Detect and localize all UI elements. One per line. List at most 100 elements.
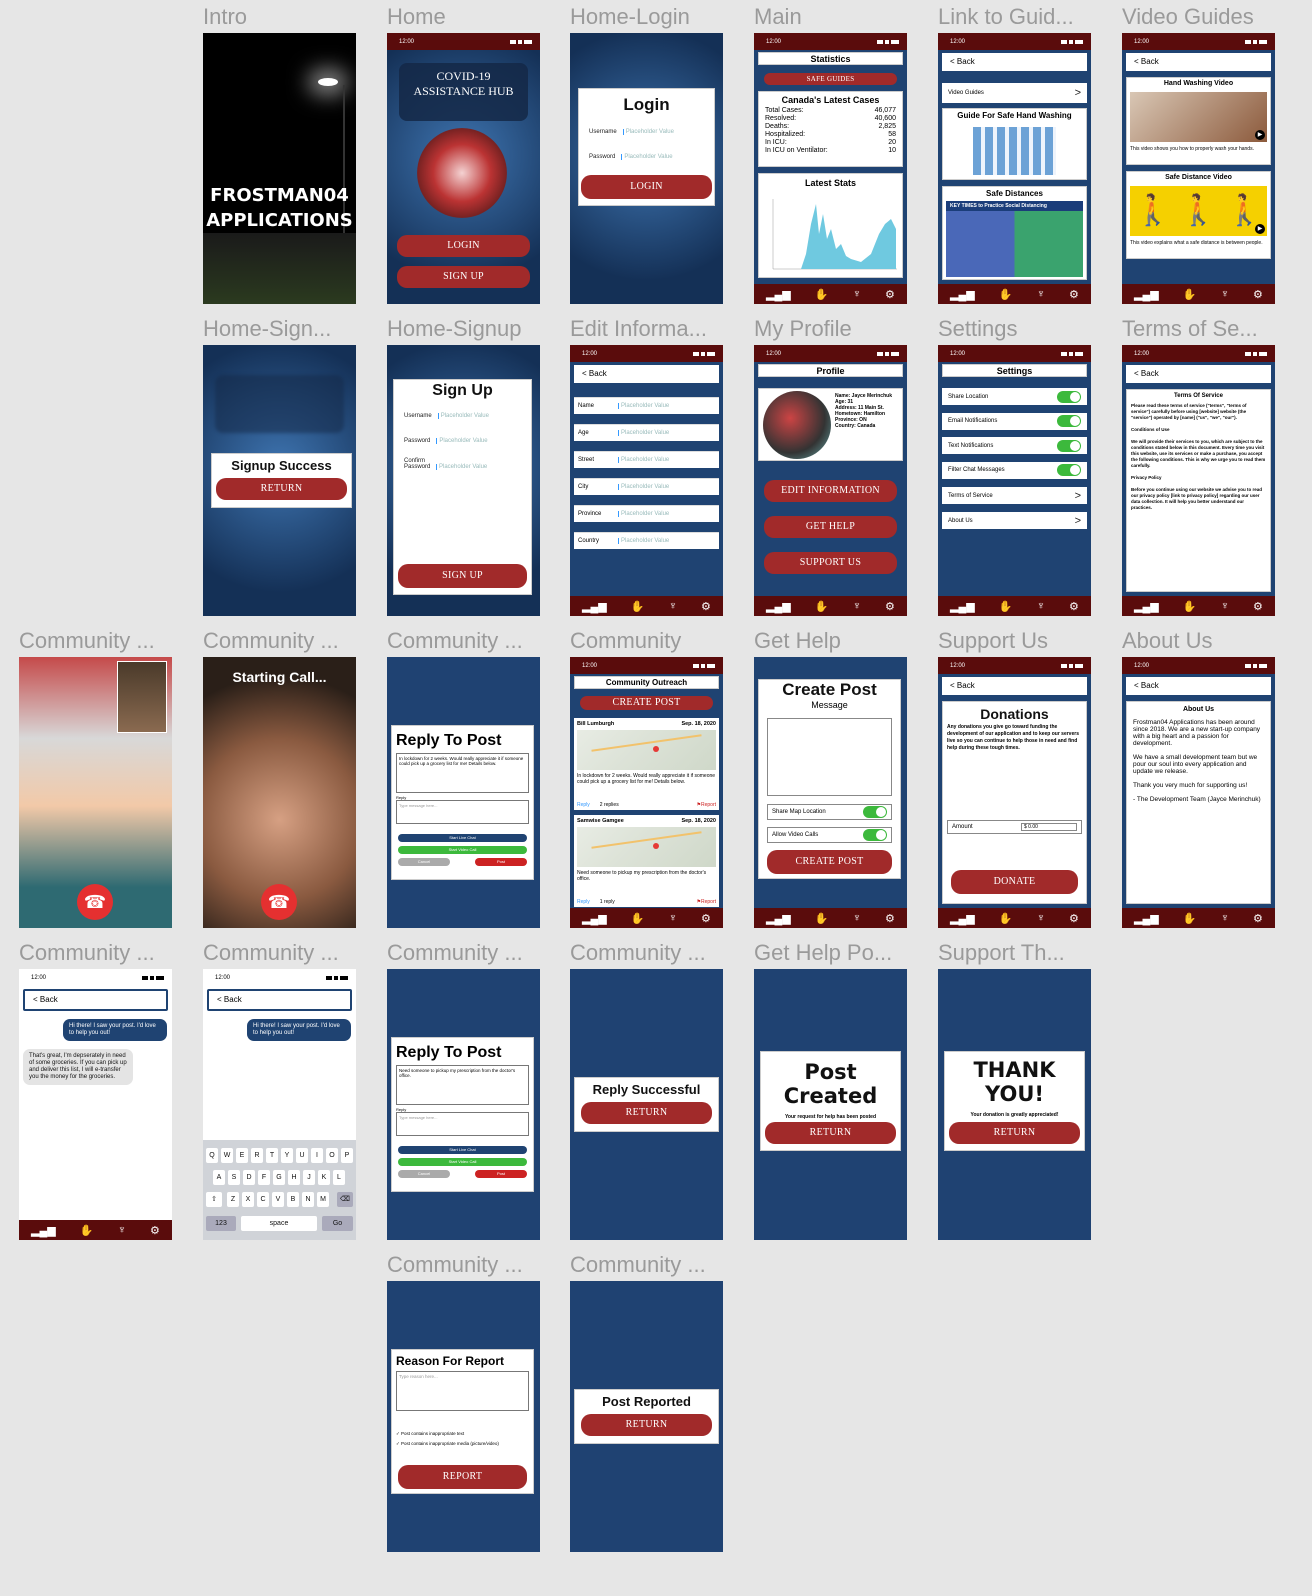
handshake-icon[interactable]: ✋ <box>631 600 645 613</box>
handshake-icon[interactable]: ✋ <box>80 1224 94 1237</box>
video-guides-link[interactable]: Video Guides > <box>942 83 1087 103</box>
create-post-button[interactable]: CREATE POST <box>580 696 713 710</box>
handshake-icon[interactable]: ✋ <box>999 288 1013 301</box>
keyboard-key[interactable]: R <box>251 1148 263 1163</box>
login-button[interactable]: LOGIN <box>397 235 530 257</box>
reply-input[interactable]: Type message here... <box>396 1112 529 1136</box>
safe-guides-button[interactable]: SAFE GUIDES <box>764 73 897 85</box>
settings-toggle-row[interactable]: Share Location <box>942 388 1087 405</box>
distance-video-card[interactable]: Safe Distance Video 🚶 🚶 🚶 ▶ This video ex… <box>1126 171 1271 259</box>
back-button[interactable]: < Back <box>942 677 1087 695</box>
back-button[interactable]: < Back <box>574 365 719 383</box>
create-post-submit-button[interactable]: CREATE POST <box>767 850 892 874</box>
username-field[interactable]: Username Placeholder Value <box>589 129 674 135</box>
gear-icon[interactable]: ⚙ <box>1069 600 1079 613</box>
keyboard-key[interactable]: X <box>242 1192 254 1207</box>
support-us-button[interactable]: SUPPORT US <box>764 552 897 574</box>
backspace-key-icon[interactable]: ⌫ <box>337 1192 353 1207</box>
stats-icon[interactable]: ▂▄▆ <box>1134 912 1159 925</box>
cancel-button[interactable]: Cancel <box>398 858 450 866</box>
gear-icon[interactable]: ⚙ <box>885 600 895 613</box>
end-call-icon[interactable]: ☎ <box>261 884 297 920</box>
post-button[interactable]: Post <box>475 1170 527 1178</box>
edit-information-button[interactable]: EDIT INFORMATION <box>764 480 897 502</box>
gear-icon[interactable]: ⚙ <box>1069 288 1079 301</box>
return-button[interactable]: RETURN <box>765 1122 896 1144</box>
settings-toggle-row[interactable]: Email Notifications <box>942 412 1087 430</box>
person-icon[interactable]: ♆ <box>1221 600 1229 612</box>
handshake-icon[interactable]: ✋ <box>815 912 829 925</box>
cancel-button[interactable]: Cancel <box>398 1170 450 1178</box>
go-key[interactable]: Go <box>322 1216 353 1231</box>
post-button[interactable]: Post <box>475 858 527 866</box>
report-link[interactable]: ⚑Report <box>697 802 717 808</box>
share-map-row[interactable]: Share Map Location <box>767 804 892 820</box>
signup-password-field[interactable]: Password Placeholder Value <box>404 438 488 444</box>
donate-button[interactable]: DONATE <box>951 870 1078 894</box>
keyboard-key[interactable]: L <box>333 1170 345 1185</box>
keyboard-key[interactable]: U <box>296 1148 308 1163</box>
password-field[interactable]: Password Placeholder Value <box>589 154 673 160</box>
shift-key-icon[interactable]: ⇧ <box>206 1192 222 1207</box>
allow-video-row[interactable]: Allow Video Calls <box>767 827 892 843</box>
keyboard-key[interactable]: P <box>341 1148 353 1163</box>
edit-field-row[interactable]: Country Placeholder Value <box>574 532 719 549</box>
start-live-chat-button[interactable]: Start Live Chat <box>398 1146 527 1154</box>
message-input[interactable] <box>767 718 892 796</box>
keyboard-key[interactable]: T <box>266 1148 278 1163</box>
gear-icon[interactable]: ⚙ <box>1253 912 1263 925</box>
edit-field-row[interactable]: Age Placeholder Value <box>574 424 719 441</box>
community-post-card[interactable]: Bill Lumburgh Sep. 18, 2020 In lockdown fo… <box>574 718 719 810</box>
person-icon[interactable]: ♆ <box>1037 288 1045 300</box>
gear-icon[interactable]: ⚙ <box>885 912 895 925</box>
back-button[interactable]: < Back <box>1126 677 1271 695</box>
report-button[interactable]: REPORT <box>398 1465 527 1489</box>
gear-icon[interactable]: ⚙ <box>1253 600 1263 613</box>
edit-field-row[interactable]: Name Placeholder Value <box>574 397 719 414</box>
handshake-icon[interactable]: ✋ <box>1183 912 1197 925</box>
handshake-icon[interactable]: ✋ <box>1183 600 1197 613</box>
stats-icon[interactable]: ▂▄▆ <box>31 1224 56 1237</box>
keyboard-key[interactable]: O <box>326 1148 338 1163</box>
settings-link-row[interactable]: About Us > <box>942 512 1087 529</box>
back-button[interactable]: < Back <box>1126 53 1271 71</box>
numbers-key[interactable]: 123 <box>206 1216 236 1231</box>
gear-icon[interactable]: ⚙ <box>1253 288 1263 301</box>
play-icon[interactable]: ▶ <box>1255 224 1265 234</box>
signup-button[interactable]: SIGN UP <box>397 266 530 288</box>
stats-icon[interactable]: ▂▄▆ <box>950 912 975 925</box>
start-video-call-button[interactable]: Start Video Call <box>398 846 527 854</box>
toggle-switch[interactable] <box>1057 439 1081 452</box>
gear-icon[interactable]: ⚙ <box>150 1224 160 1237</box>
keyboard-key[interactable]: K <box>318 1170 330 1185</box>
back-button[interactable]: < Back <box>23 989 168 1011</box>
hand-video-card[interactable]: Hand Washing Video ▶ This video shows yo… <box>1126 77 1271 165</box>
end-call-icon[interactable]: ☎ <box>77 884 113 920</box>
gear-icon[interactable]: ⚙ <box>885 288 895 301</box>
gear-icon[interactable]: ⚙ <box>701 600 711 613</box>
space-key[interactable]: space <box>241 1216 317 1231</box>
stats-icon[interactable]: ▂▄▆ <box>1134 600 1159 613</box>
signup-username-field[interactable]: Username Placeholder Value <box>404 413 489 419</box>
stats-icon[interactable]: ▂▄▆ <box>950 600 975 613</box>
toggle-switch[interactable] <box>1057 464 1081 476</box>
person-icon[interactable]: ♆ <box>1037 600 1045 612</box>
keyboard-key[interactable]: S <box>228 1170 240 1185</box>
keyboard-key[interactable]: D <box>243 1170 255 1185</box>
edit-field-row[interactable]: City Placeholder Value <box>574 478 719 495</box>
reply-input[interactable]: Type message here... <box>396 800 529 824</box>
keyboard-key[interactable]: F <box>258 1170 270 1185</box>
handshake-icon[interactable]: ✋ <box>815 288 829 301</box>
handshake-icon[interactable]: ✋ <box>815 600 829 613</box>
toggle-switch[interactable] <box>1057 415 1081 427</box>
start-live-chat-button[interactable]: Start Live Chat <box>398 834 527 842</box>
person-icon[interactable]: ♆ <box>669 912 677 924</box>
stats-icon[interactable]: ▂▄▆ <box>1134 288 1159 301</box>
keyboard-key[interactable]: G <box>273 1170 285 1185</box>
return-button[interactable]: RETURN <box>949 1122 1080 1144</box>
keyboard-key[interactable]: I <box>311 1148 323 1163</box>
keyboard-key[interactable]: Q <box>206 1148 218 1163</box>
signup-confirm-field[interactable]: Confirm Password Placeholder Value <box>404 458 494 470</box>
stats-icon[interactable]: ▂▄▆ <box>950 288 975 301</box>
start-video-call-button[interactable]: Start Video Call <box>398 1158 527 1166</box>
